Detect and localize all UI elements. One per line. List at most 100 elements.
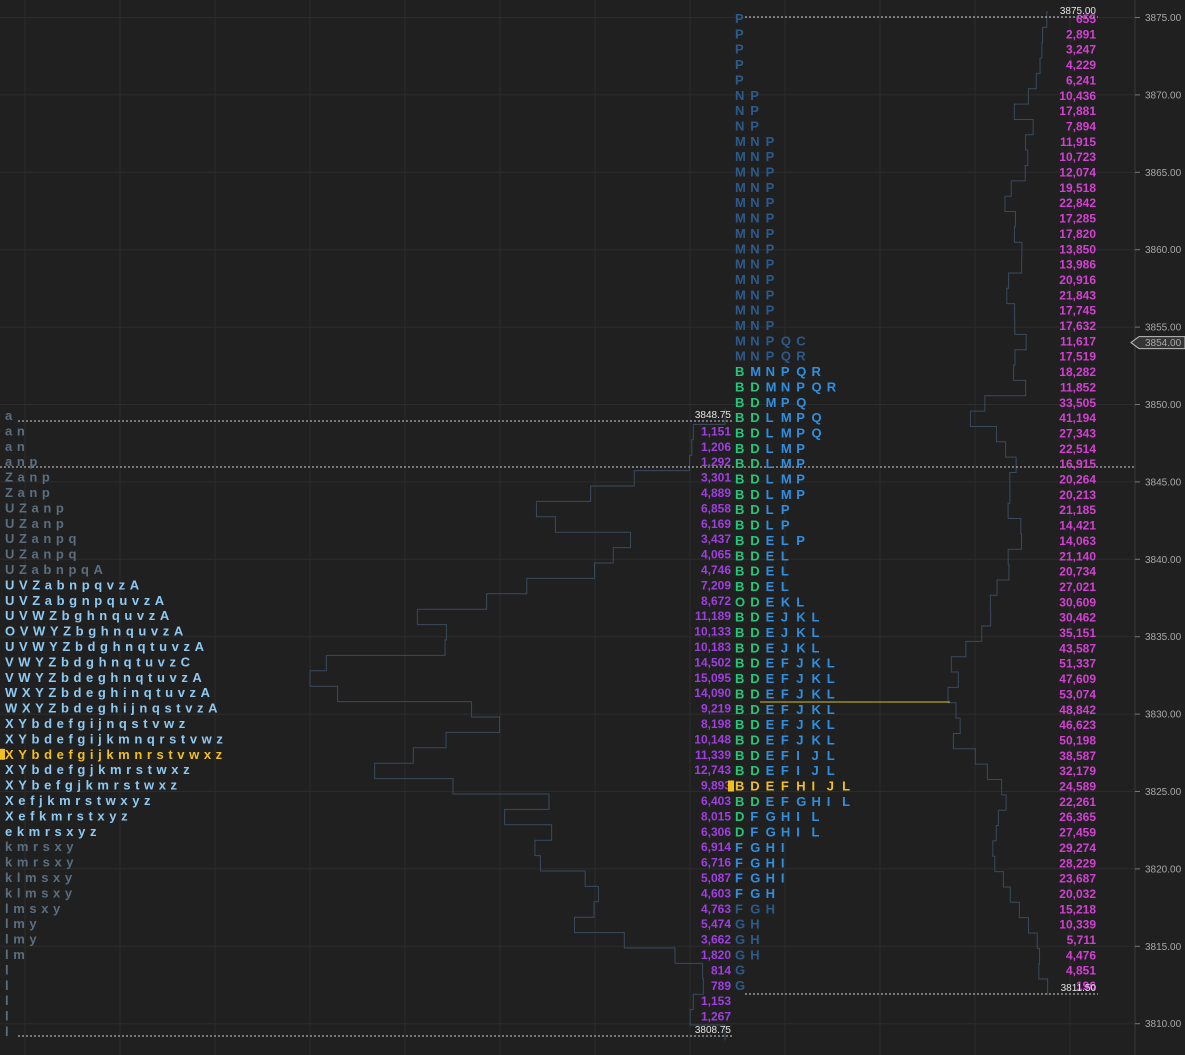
tpo-letter: L	[812, 610, 820, 625]
tpo-row: UZabnpqA	[5, 562, 108, 577]
tpo-row: an	[5, 423, 29, 438]
tpo-letter: B	[735, 763, 744, 778]
volume-label: 50,198	[1059, 733, 1096, 747]
axis-tick-label: 3875.00	[1145, 13, 1182, 24]
tpo-letter: B	[735, 441, 744, 456]
tpo-letter: J	[812, 748, 819, 763]
tpo-letter: J	[796, 671, 803, 686]
tpo-letter: P	[796, 487, 805, 502]
tpo-letter: F	[781, 779, 789, 794]
tpo-letter: B	[735, 425, 744, 440]
tpo-letter: L	[766, 487, 774, 502]
tpo-row: P	[735, 57, 744, 72]
volume-label: 10,183	[694, 640, 731, 654]
axis-tick-label: 3860.00	[1145, 245, 1182, 256]
tpo-market-profile-chart[interactable]: aanananpZanpZanpUZanpUZanpUZanpqUZanpqUZ…	[0, 0, 1185, 1055]
tpo-letter: D	[750, 779, 759, 794]
tpo-letter: H	[766, 886, 775, 901]
tpo-letter: J	[796, 686, 803, 701]
volume-label: 6,716	[701, 856, 731, 870]
tpo-letter: L	[766, 518, 774, 533]
tpo-letter: P	[766, 226, 775, 241]
tpo-letter: B	[735, 779, 744, 794]
tpo-letter: M	[781, 472, 792, 487]
tpo-letter: M	[781, 456, 792, 471]
tpo-row: kmrsxy	[5, 839, 78, 854]
tpo-letter: K	[812, 717, 822, 732]
volume-label: 6,858	[701, 501, 731, 515]
volume-label: 27,021	[1059, 580, 1096, 594]
volume-label: 4,065	[701, 548, 731, 562]
tpo-letter: F	[735, 901, 743, 916]
tpo-letter: D	[750, 640, 759, 655]
tpo-letter: P	[750, 103, 759, 118]
volume-label: 33,505	[1059, 396, 1096, 410]
tpo-letter: N	[750, 134, 759, 149]
tpo-row: P	[735, 42, 744, 57]
volume-label: 38,587	[1059, 749, 1096, 763]
tpo-letter: F	[750, 825, 758, 840]
tpo-letter: H	[766, 855, 775, 870]
right-volume-labels: 6552,8913,2474,2296,24110,43617,8817,894…	[1059, 12, 1096, 993]
tpo-letter: E	[766, 686, 775, 701]
volume-label: 789	[711, 979, 731, 993]
tpo-letter: H	[812, 794, 821, 809]
tpo-letter: N	[750, 180, 759, 195]
tpo-letter: D	[750, 702, 759, 717]
volume-label: 51,337	[1059, 657, 1096, 671]
volume-label: 14,421	[1059, 519, 1096, 533]
tpo-row: MNP	[735, 195, 775, 210]
tpo-letter: D	[750, 425, 759, 440]
tpo-letter: H	[781, 809, 790, 824]
tpo-letter: H	[781, 825, 790, 840]
tpo-letter: I	[812, 779, 816, 794]
tpo-row: XYbdefgijkmnrstvwxz	[5, 747, 227, 762]
tpo-letter: D	[750, 748, 759, 763]
tpo-row: MNP	[735, 287, 775, 302]
volume-label: 48,842	[1059, 703, 1096, 717]
tpo-letter: Q	[812, 379, 822, 394]
tpo-letter: M	[735, 241, 746, 256]
tpo-letter: F	[781, 686, 789, 701]
volume-label: 30,462	[1059, 611, 1096, 625]
tpo-letter: Q	[812, 410, 822, 425]
tpo-letter: D	[735, 825, 744, 840]
tpo-letter: H	[750, 947, 759, 962]
tpo-letter: H	[766, 901, 775, 916]
volume-label: 24,589	[1059, 780, 1096, 794]
tpo-letter: L	[827, 702, 835, 717]
tpo-letter: R	[812, 364, 822, 379]
tpo-letter: E	[766, 671, 775, 686]
tpo-letter: M	[735, 333, 746, 348]
tpo-letter: M	[735, 226, 746, 241]
tpo-row: Xefkmrstxyz	[5, 808, 132, 823]
tpo-letter: R	[827, 379, 837, 394]
tpo-letter: D	[750, 518, 759, 533]
left-high-label: 3848.75	[695, 410, 732, 421]
axis-tick-label: 3865.00	[1145, 168, 1182, 179]
tpo-letter: E	[766, 594, 775, 609]
tpo-letter: D	[750, 686, 759, 701]
volume-label: 14,502	[694, 655, 731, 669]
volume-label: 15,095	[694, 671, 731, 685]
volume-label: 16,915	[1059, 457, 1096, 471]
volume-label: 6,306	[701, 825, 731, 839]
volume-label: 6,914	[701, 840, 731, 854]
tpo-letter: B	[735, 364, 744, 379]
volume-label: 4,476	[1066, 948, 1096, 962]
current-price-label: 3854.00	[1145, 338, 1182, 349]
tpo-row: P	[735, 72, 744, 87]
tpo-letter: J	[781, 640, 788, 655]
tpo-letter: E	[766, 763, 775, 778]
tpo-letter: P	[766, 333, 775, 348]
volume-label: 32,179	[1059, 764, 1096, 778]
tpo-letter: M	[735, 211, 746, 226]
tpo-letter: B	[735, 717, 744, 732]
axis-tick-label: 3840.00	[1145, 555, 1182, 566]
tpo-letter: G	[750, 840, 760, 855]
tpo-letter: G	[750, 871, 760, 886]
tpo-letter: D	[750, 548, 759, 563]
tpo-letter: B	[735, 794, 744, 809]
tpo-letter: L	[827, 686, 835, 701]
tpo-letter: L	[827, 748, 835, 763]
